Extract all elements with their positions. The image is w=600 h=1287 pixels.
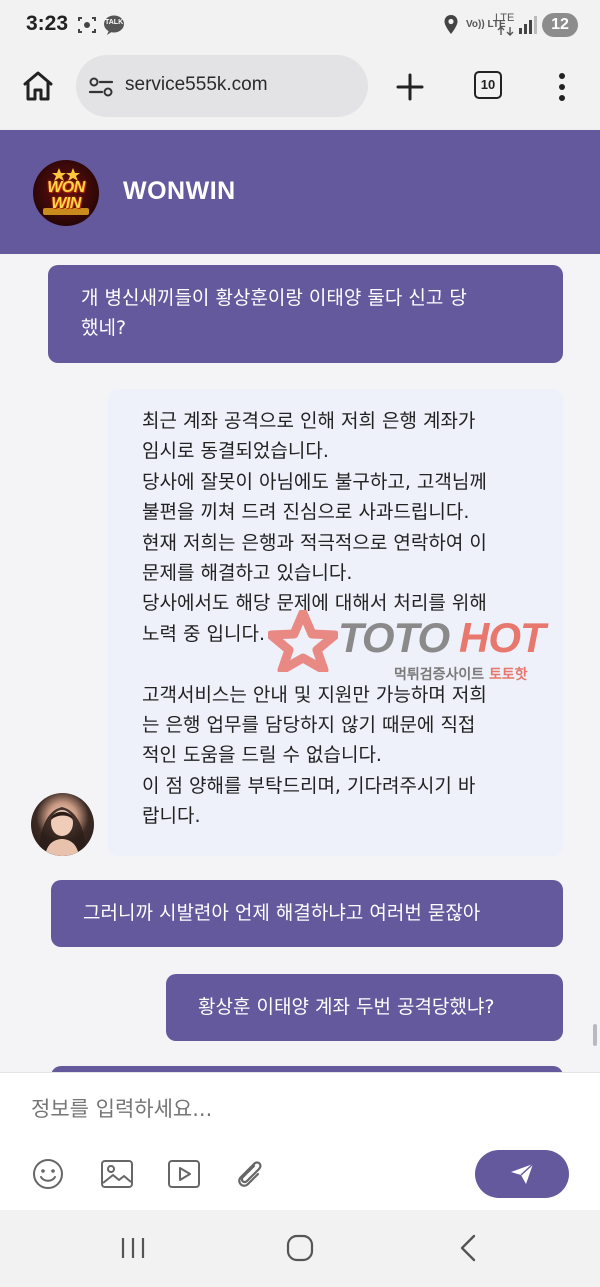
plus-icon[interactable] <box>396 73 424 101</box>
message-line: 개 병신새끼들이 황상훈이랑 이태양 둘다 신고 당 <box>81 287 467 309</box>
video-icon[interactable] <box>167 1157 201 1191</box>
message-line: 임시로 동결되었습니다. <box>142 440 329 463</box>
status-bar: 3:23 TALK Vo)) LTE LTE 12 <box>0 0 600 52</box>
recents-icon[interactable] <box>119 1236 147 1260</box>
battery-indicator: 12 <box>542 13 578 37</box>
user-message: 개 병신새끼들이 황상훈이랑 이태양 둘다 신고 당 했네? <box>48 265 563 363</box>
site-settings-icon[interactable] <box>88 77 114 97</box>
message-line: 적인 도움을 드릴 수 없습니다. <box>142 744 382 767</box>
address-bar[interactable]: service555k.com <box>76 55 368 117</box>
data-arrows-icon <box>497 26 514 36</box>
user-message: 그러니까 시발련아 언제 해결하냐고 여러번 묻잖아 <box>51 880 563 947</box>
message-line: 황상훈 이태양 계좌 두번 공격당했냐? <box>198 996 495 1018</box>
talk-label: TALK <box>105 19 124 26</box>
logo-text-bottom: WIN <box>51 195 81 212</box>
message-line: 문제를 해결하고 있습니다. <box>142 562 353 585</box>
url-text: service555k.com <box>125 74 268 95</box>
message-input[interactable]: 정보를 입력하세요... <box>31 1093 551 1125</box>
message-line: 당사에서도 해당 문제에 대해서 처리를 위해 <box>142 592 487 615</box>
location-icon <box>444 15 458 34</box>
message-line <box>142 649 563 679</box>
message-line: 는 은행 업무를 담당하지 않기 때문에 직접 <box>142 714 476 737</box>
home-icon[interactable] <box>22 71 54 101</box>
agent-avatar <box>31 793 94 856</box>
user-message: 황상훈 이태양 계좌 두번 공격당했냐? <box>166 974 563 1041</box>
status-time: 3:23 <box>26 12 69 35</box>
lte-label: LTE <box>495 12 515 24</box>
home-nav-icon[interactable] <box>286 1234 314 1262</box>
brand-name: WONWIN <box>123 177 236 205</box>
system-nav-bar <box>0 1210 600 1287</box>
message-line: 이 점 양해를 부탁드리며, 기다려주시기 바 <box>142 774 476 797</box>
message-line: 최근 계좌 공격으로 인해 저희 은행 계좌가 <box>142 410 476 432</box>
signal-icon <box>519 16 537 34</box>
attach-icon[interactable] <box>233 1157 267 1191</box>
image-icon[interactable] <box>100 1157 134 1191</box>
brand-logo: WON WIN <box>33 160 99 226</box>
tabs-icon[interactable]: 10 <box>474 71 502 99</box>
back-icon[interactable] <box>458 1234 478 1262</box>
message-line: 현재 저희는 은행과 적극적으로 연락하여 이 <box>142 531 487 554</box>
screenshot-icon <box>78 17 96 33</box>
chat-messages[interactable]: 개 병신새끼들이 황상훈이랑 이태양 둘다 신고 당 했네? 최근 계좌 공격으… <box>0 254 600 1072</box>
more-icon[interactable] <box>556 72 568 102</box>
message-composer: 정보를 입력하세요... <box>0 1072 600 1210</box>
emoji-icon[interactable] <box>31 1157 65 1191</box>
message-line: 랍니다. <box>142 805 201 828</box>
send-icon <box>511 1163 534 1184</box>
message-line: 고객서비스는 안내 및 지원만 가능하며 저희 <box>142 683 487 706</box>
chat-header: WON WIN WONWIN <box>0 130 600 254</box>
chat-scrollbar[interactable] <box>593 1024 597 1046</box>
message-line: 당사에 잘못이 아님에도 불구하고, 고객님께 <box>142 470 487 493</box>
send-button[interactable] <box>475 1150 569 1198</box>
message-line: 그러니까 시발련아 언제 해결하냐고 여러번 묻잖아 <box>83 902 481 924</box>
message-line: 했네? <box>81 317 127 339</box>
message-line: 불편을 끼쳐 드려 진심으로 사과드립니다. <box>142 501 470 524</box>
browser-toolbar: service555k.com 10 <box>0 52 600 130</box>
message-line: 노력 중 입니다. <box>142 622 265 645</box>
agent-message: 최근 계좌 공격으로 인해 저희 은행 계좌가 임시로 동결되었습니다. 당사에… <box>108 389 563 856</box>
